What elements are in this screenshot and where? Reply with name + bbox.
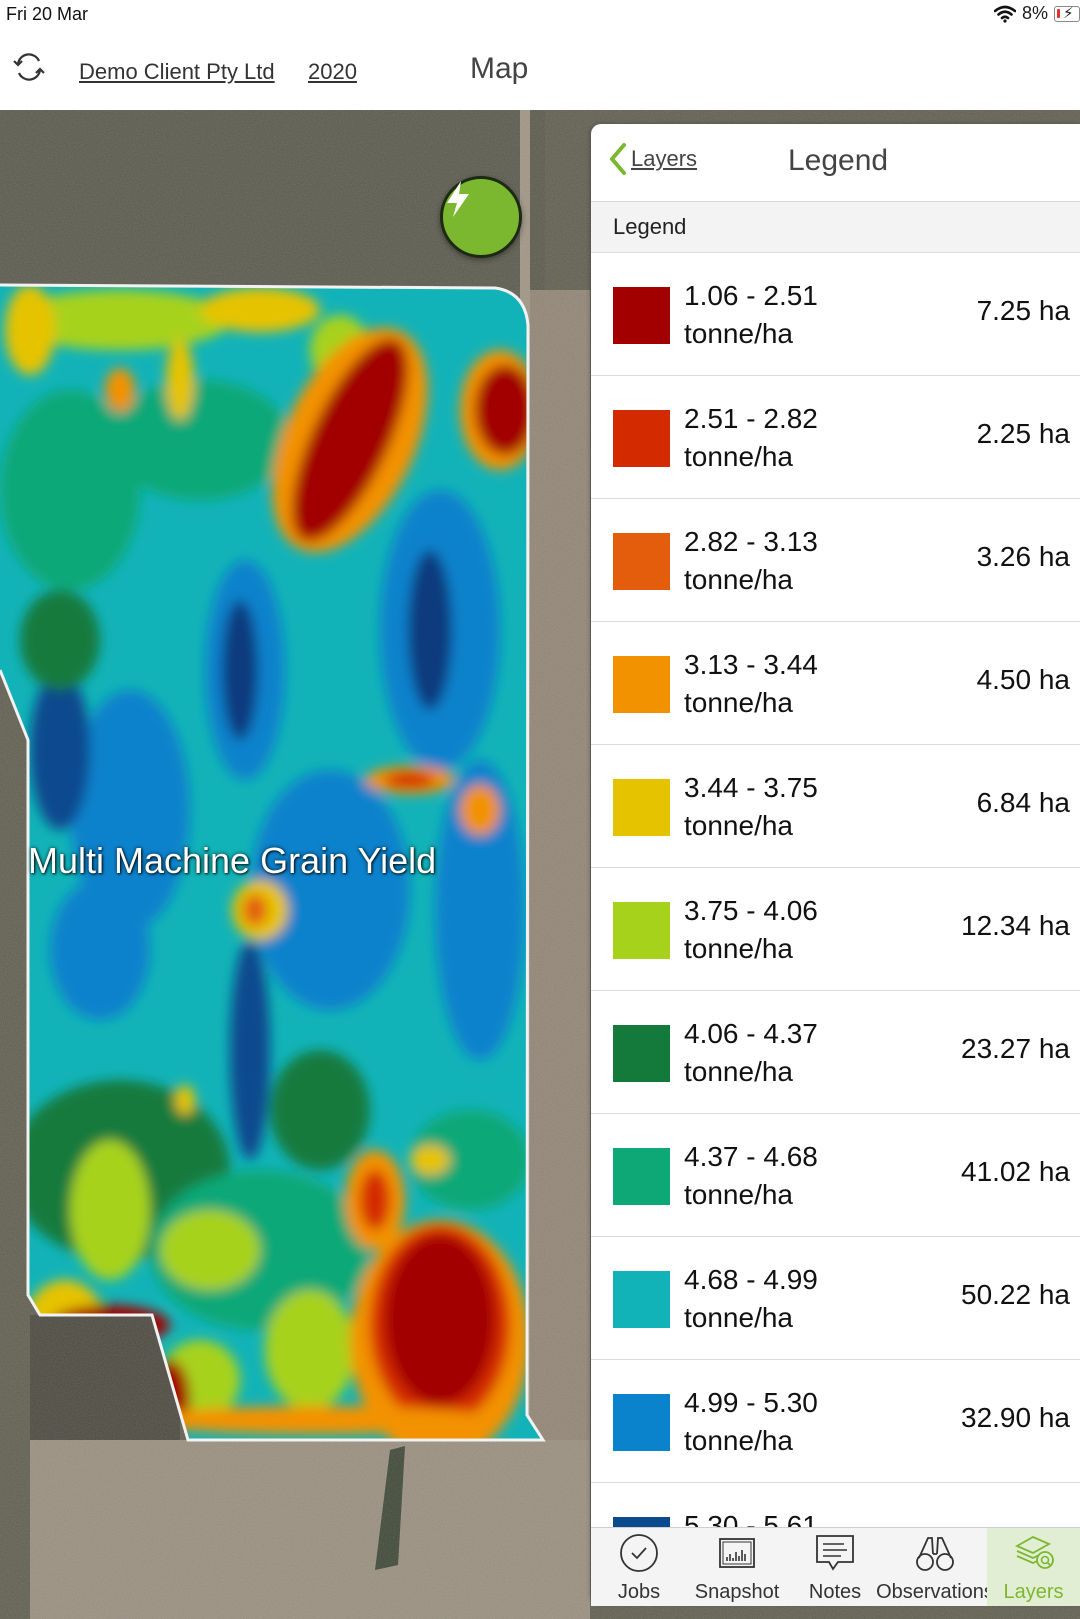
legend-range-values: 3.13 - 3.44 <box>684 649 818 680</box>
legend-range-unit: tonne/ha <box>684 1302 793 1333</box>
status-bar: Fri 20 Mar 8% ⚡ <box>0 0 1080 32</box>
legend-range: 4.99 - 5.30 tonne/ha <box>684 1384 818 1460</box>
legend-range: 2.51 - 2.82 tonne/ha <box>684 400 818 476</box>
quick-action-button[interactable] <box>440 176 522 258</box>
legend-range: 2.82 - 3.13 tonne/ha <box>684 523 818 599</box>
legend-area: 7.25 ha <box>976 295 1070 326</box>
legend-item: 4.37 - 4.68 tonne/ha 41.02 ha <box>591 1114 1080 1237</box>
legend-item: 2.51 - 2.82 tonne/ha 2.25 ha <box>591 376 1080 499</box>
legend-range: 3.75 - 4.06 tonne/ha <box>684 892 818 968</box>
legend-item: 4.99 - 5.30 tonne/ha 32.90 ha <box>591 1360 1080 1483</box>
legend-item: 3.75 - 4.06 tonne/ha 12.34 ha <box>591 868 1080 991</box>
layers-icon <box>1013 1532 1055 1579</box>
legend-area: 41.02 ha <box>961 1156 1070 1187</box>
legend-item: 4.06 - 4.37 tonne/ha 23.27 ha <box>591 991 1080 1114</box>
legend-item: 4.68 - 4.99 tonne/ha 50.22 ha <box>591 1237 1080 1360</box>
legend-range-values: 4.06 - 4.37 <box>684 1018 818 1049</box>
legend-range-unit: tonne/ha <box>684 564 793 595</box>
legend-range-unit: tonne/ha <box>684 1179 793 1210</box>
legend-list[interactable]: 1.06 - 2.51 tonne/ha 7.25 ha 2.51 - 2.82 ton… <box>591 253 1080 1604</box>
legend-range-values: 4.68 - 4.99 <box>684 1264 818 1295</box>
legend-color-swatch <box>613 902 670 959</box>
top-nav-bar: Demo Client Pty Ltd 2020 Map <box>0 32 1080 111</box>
battery-charging-icon: ⚡ <box>1054 5 1080 22</box>
legend-item: 3.44 - 3.75 tonne/ha 6.84 ha <box>591 745 1080 868</box>
legend-color-swatch <box>613 656 670 713</box>
tab-label: Notes <box>808 1581 862 1603</box>
legend-color-swatch <box>613 1025 670 1082</box>
legend-range: 4.37 - 4.68 tonne/ha <box>684 1138 818 1214</box>
client-link[interactable]: Demo Client Pty Ltd <box>79 59 275 85</box>
status-indicators: 8% ⚡ <box>993 3 1080 24</box>
sync-icon[interactable] <box>10 50 48 84</box>
tab-notes[interactable]: Notes <box>787 1528 883 1606</box>
tab-jobs[interactable]: Jobs <box>591 1528 687 1606</box>
legend-area: 23.27 ha <box>961 1033 1070 1064</box>
legend-range: 3.44 - 3.75 tonne/ha <box>684 769 818 845</box>
legend-area: 2.25 ha <box>976 418 1070 449</box>
page-title: Map <box>470 52 529 85</box>
legend-color-swatch <box>613 779 670 836</box>
legend-range-unit: tonne/ha <box>684 687 793 718</box>
chevron-left-icon <box>610 143 626 175</box>
legend-area: 6.84 ha <box>976 787 1070 818</box>
speech-bubble-icon <box>814 1532 856 1579</box>
legend-area: 3.26 ha <box>976 541 1070 572</box>
back-label: Layers <box>631 146 698 171</box>
tab-label: Observations <box>876 1581 994 1603</box>
legend-item: 2.82 - 3.13 tonne/ha 3.26 ha <box>591 499 1080 622</box>
tab-label: Jobs <box>617 1581 661 1603</box>
year-link[interactable]: 2020 <box>308 59 357 85</box>
legend-range-values: 2.51 - 2.82 <box>684 403 818 434</box>
tab-layers[interactable]: Layers <box>987 1528 1080 1606</box>
legend-area: 50.22 ha <box>961 1279 1070 1310</box>
legend-area: 12.34 ha <box>961 910 1070 941</box>
tab-snapshot[interactable]: Snapshot <box>687 1528 787 1606</box>
back-to-layers-button[interactable]: Layers <box>609 142 697 176</box>
legend-range: 1.06 - 2.51 tonne/ha <box>684 277 818 353</box>
wifi-icon <box>993 5 1016 23</box>
legend-panel-header: Layers Legend <box>591 124 1080 202</box>
legend-range-values: 3.44 - 3.75 <box>684 772 818 803</box>
bar-chart-icon <box>716 1532 758 1579</box>
legend-range-unit: tonne/ha <box>684 441 793 472</box>
map-layer-label: Multi Machine Grain Yield <box>28 840 437 881</box>
legend-range-unit: tonne/ha <box>684 1425 793 1456</box>
legend-range-unit: tonne/ha <box>684 810 793 841</box>
battery-percent: 8% <box>1021 3 1048 23</box>
legend-area: 4.50 ha <box>976 664 1070 695</box>
legend-range-values: 4.37 - 4.68 <box>684 1141 818 1172</box>
tab-label: Snapshot <box>694 1581 780 1603</box>
legend-range-unit: tonne/ha <box>684 933 793 964</box>
legend-range-unit: tonne/ha <box>684 318 793 349</box>
legend-section-header: Legend <box>591 202 1080 253</box>
legend-panel-title: Legend <box>788 144 889 177</box>
legend-color-swatch <box>613 1394 670 1451</box>
legend-item: 3.13 - 3.44 tonne/ha 4.50 ha <box>591 622 1080 745</box>
legend-item: 1.06 - 2.51 tonne/ha 7.25 ha <box>591 253 1080 376</box>
status-date: Fri 20 Mar <box>6 4 89 24</box>
legend-color-swatch <box>613 533 670 590</box>
tab-observations[interactable]: Observations <box>876 1528 994 1606</box>
legend-color-swatch <box>613 287 670 344</box>
legend-color-swatch <box>613 410 670 467</box>
check-circle-icon <box>618 1532 660 1579</box>
legend-color-swatch <box>613 1148 670 1205</box>
legend-range: 4.06 - 4.37 tonne/ha <box>684 1015 818 1091</box>
tab-label: Layers <box>1003 1581 1064 1603</box>
binoculars-icon <box>914 1532 956 1579</box>
legend-range-values: 3.75 - 4.06 <box>684 895 818 926</box>
legend-range-values: 2.82 - 3.13 <box>684 526 818 557</box>
legend-range-values: 4.99 - 5.30 <box>684 1387 818 1418</box>
legend-range: 3.13 - 3.44 tonne/ha <box>684 646 818 722</box>
legend-range-values: 1.06 - 2.51 <box>684 280 818 311</box>
legend-range: 4.68 - 4.99 tonne/ha <box>684 1261 818 1337</box>
legend-area: 32.90 ha <box>961 1402 1070 1433</box>
legend-range-unit: tonne/ha <box>684 1056 793 1087</box>
legend-color-swatch <box>613 1271 670 1328</box>
bottom-tab-bar: Jobs Snapshot Notes Observations Layers <box>591 1527 1080 1606</box>
lightning-bolt-icon <box>447 181 469 217</box>
legend-panel: Layers Legend Legend 1.06 - 2.51 tonne/ha… <box>591 124 1080 1604</box>
